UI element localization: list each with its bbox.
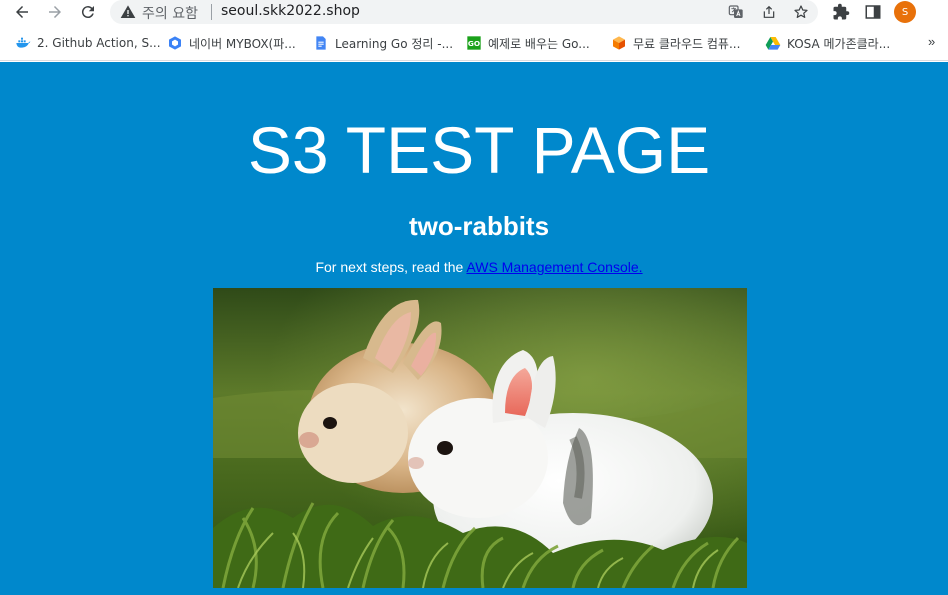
svg-text:GO: GO: [468, 39, 480, 48]
aws-console-link[interactable]: AWS Management Console.: [466, 259, 642, 275]
reload-icon: [81, 6, 94, 19]
bookmark-item-learning-go[interactable]: Learning Go 정리 -...: [313, 34, 453, 52]
bookmarks-overflow-chevron-icon[interactable]: »: [928, 34, 935, 49]
bookmark-label: Learning Go 정리 -...: [335, 36, 454, 51]
url-text[interactable]: seoul.skk2022.shop: [221, 3, 360, 19]
warning-triangle-icon[interactable]: [120, 4, 136, 20]
back-button[interactable]: [10, 1, 34, 23]
arrow-right-icon: [49, 6, 61, 18]
page-title: S3 TEST PAGE: [247, 113, 711, 187]
side-panel-icon: [865, 5, 881, 19]
rabbits-photo: [213, 288, 747, 588]
bookmark-item-github-action[interactable]: 2. Github Action, S...: [15, 34, 161, 52]
bookmark-item-go-by-example[interactable]: GO 예제로 배우는 Go...: [466, 34, 590, 52]
bookmark-item-free-cloud[interactable]: 무료 클라우드 컴퓨...: [611, 34, 740, 52]
puzzle-piece-icon: [833, 3, 850, 20]
docker-whale-icon: [15, 35, 31, 51]
bookmark-label: 예제로 배우는 Go...: [488, 36, 590, 51]
arrow-left-icon: [16, 6, 28, 18]
share-button[interactable]: [760, 3, 778, 21]
next-steps-prefix: For next steps, read the: [315, 259, 464, 275]
translate-button[interactable]: [727, 3, 745, 21]
bookmark-item-naver-mybox[interactable]: 네이버 MYBOX(파...: [167, 34, 296, 52]
security-status-label[interactable]: 주의 요함: [142, 3, 198, 23]
translate-icon: [728, 5, 743, 18]
browser-toolbar: 주의 요함 seoul.skk2022.shop S: [0, 0, 948, 25]
star-icon: [794, 5, 808, 18]
share-icon: [763, 5, 775, 18]
bookmark-item-kosa[interactable]: KOSA 메가존클라...: [765, 34, 890, 52]
address-separator: [211, 4, 212, 20]
bookmark-label: 네이버 MYBOX(파...: [189, 36, 296, 51]
rabbits-image: [213, 288, 747, 588]
profile-avatar[interactable]: S: [894, 1, 916, 23]
page-content: S3 TEST PAGE two-rabbits For next steps,…: [0, 62, 948, 595]
google-drive-icon: [765, 35, 781, 51]
bookmark-label: KOSA 메가존클라...: [787, 36, 891, 51]
bookmark-label: 2. Github Action, S...: [37, 36, 161, 50]
next-steps-text: For next steps, read the AWS Management …: [0, 258, 948, 276]
forward-button[interactable]: [43, 1, 67, 23]
address-bar[interactable]: 주의 요함 seoul.skk2022.shop: [110, 0, 818, 24]
reload-button[interactable]: [76, 1, 100, 23]
google-docs-icon: [313, 35, 329, 51]
side-panel-button[interactable]: [861, 1, 885, 23]
page-subtitle: two-rabbits: [408, 211, 550, 241]
go-badge-icon: GO: [466, 35, 482, 51]
bookmarks-bar: 2. Github Action, S... 네이버 MYBOX(파... Le…: [0, 25, 948, 61]
mybox-cube-icon: [167, 35, 183, 51]
extensions-button[interactable]: [829, 1, 853, 23]
oracle-cube-icon: [611, 35, 627, 51]
bookmark-star-button[interactable]: [792, 3, 810, 21]
bookmark-label: 무료 클라우드 컴퓨...: [633, 36, 741, 51]
